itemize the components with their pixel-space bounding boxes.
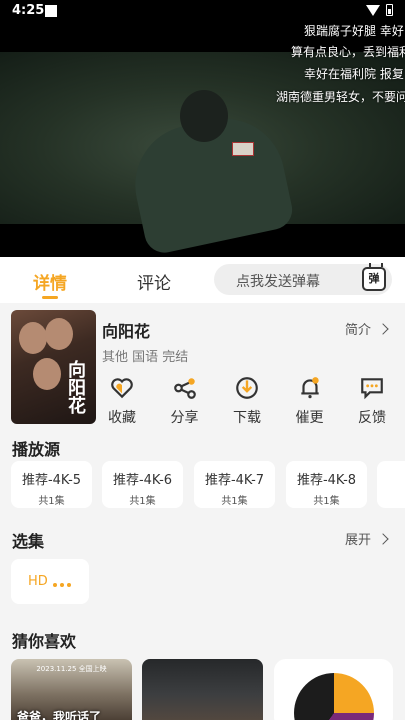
source-name: 推荐-4K-8: [296, 473, 357, 488]
source-name: 推: [377, 469, 405, 488]
poster-title: 向阳花: [65, 360, 86, 414]
recommend-logo: [294, 673, 374, 720]
episode-label: HD: [28, 574, 48, 589]
recommend-title: 猜你喜欢: [12, 632, 77, 651]
source-count: 共: [377, 492, 405, 507]
danmaku-text: 湖南德重男轻女，不要问: [276, 90, 405, 104]
status-icons: [366, 4, 393, 16]
battery-icon: [386, 4, 393, 16]
playing-indicator-icon: [53, 583, 71, 587]
source-card[interactable]: 推 共: [377, 461, 405, 508]
sources-title: 播放源: [12, 440, 61, 459]
recommend-release-date: 2023.11.25 全国上映: [36, 665, 107, 673]
show-info: 向阳花 向阳花 其他 国语 完结 简介 收藏 分享 下载 催更 反馈: [0, 303, 405, 430]
source-count: 共1集: [221, 496, 248, 507]
show-meta: 其他 国语 完结: [102, 350, 189, 365]
download-button[interactable]: 下载: [227, 375, 267, 427]
action-label: 收藏: [108, 410, 136, 426]
intro-link[interactable]: 简介: [344, 319, 389, 338]
tab-detail[interactable]: 详情: [33, 269, 67, 294]
source-name: 推荐-4K-6: [112, 473, 173, 488]
source-name: 推荐-4K-7: [204, 473, 265, 488]
danmaku-placeholder: 点我发送弹幕: [236, 274, 320, 290]
source-count: 共1集: [38, 496, 65, 507]
source-count: 共1集: [129, 496, 156, 507]
video-player[interactable]: 狠踹腐子好腿 幸好 算有点良心，丢到福利 幸好在福利院 报复 湖南德重男轻女，不…: [0, 22, 405, 257]
status-time: 4:25: [12, 3, 45, 18]
poster-face: [45, 318, 73, 350]
video-figure-tag: [232, 142, 254, 156]
chevron-right-icon: [377, 323, 389, 335]
tab-indicator: [42, 296, 58, 299]
action-label: 反馈: [358, 410, 386, 426]
action-label: 分享: [170, 410, 199, 426]
source-card[interactable]: 推荐-4K-6 共1集: [102, 461, 183, 508]
share-button[interactable]: 分享: [165, 375, 205, 427]
tab-comment[interactable]: 评论: [137, 269, 171, 294]
source-list: 推荐-4K-5 共1集 推荐-4K-6 共1集 推荐-4K-7 共1集 推荐-4…: [11, 461, 405, 511]
action-label: 催更: [295, 410, 324, 426]
danmaku-input[interactable]: 点我发送弹幕 弹: [214, 263, 392, 295]
action-bar: 收藏 分享 下载 催更 反馈: [102, 375, 392, 427]
episodes-title: 选集: [12, 532, 45, 551]
video-figure-head: [180, 90, 228, 142]
wifi-icon: [366, 4, 380, 16]
danmaku-toggle-button[interactable]: 弹: [362, 263, 386, 291]
source-card[interactable]: 推荐-4K-5 共1集: [11, 461, 92, 508]
tabs-bar: 详情 评论 点我发送弹幕 弹: [0, 257, 405, 303]
recommend-card[interactable]: 2023.11.25 全国上映 爸爸，我听话了: [11, 659, 132, 720]
danmaku-text: 算有点良心，丢到福利: [291, 45, 405, 59]
feedback-icon: [361, 378, 383, 400]
recommend-card[interactable]: [274, 659, 393, 720]
notification-icon: [45, 5, 57, 17]
episode-item[interactable]: HD: [11, 559, 89, 604]
intro-link-label: 简介: [344, 323, 371, 338]
expand-button[interactable]: 展开: [344, 529, 389, 548]
show-title: 向阳花: [102, 322, 151, 341]
feedback-button[interactable]: 反馈: [352, 375, 392, 427]
bell-icon: [300, 377, 319, 399]
status-bar: 4:25: [0, 0, 405, 22]
expand-label: 展开: [344, 533, 371, 548]
action-label: 下载: [233, 410, 261, 426]
share-icon: [173, 378, 196, 399]
poster-image: 向阳花: [11, 310, 96, 424]
recommend-card[interactable]: [142, 659, 263, 720]
favorite-button[interactable]: 收藏: [102, 375, 142, 427]
poster-face: [33, 358, 61, 390]
source-name: 推荐-4K-5: [21, 473, 82, 488]
source-count: 共1集: [313, 496, 340, 507]
heart-icon: [111, 378, 133, 399]
source-card[interactable]: 推荐-4K-8 共1集: [286, 461, 367, 508]
remind-update-button[interactable]: 催更: [290, 375, 330, 427]
poster-face: [19, 322, 47, 354]
chevron-right-icon: [377, 533, 389, 545]
danmaku-text: 狠踹腐子好腿 幸好: [304, 24, 404, 38]
source-card[interactable]: 推荐-4K-7 共1集: [194, 461, 275, 508]
recommend-overlay-text: 爸爸，我听话了: [17, 710, 102, 720]
download-icon: [236, 377, 258, 399]
danmaku-text: 幸好在福利院 报复: [304, 67, 404, 81]
